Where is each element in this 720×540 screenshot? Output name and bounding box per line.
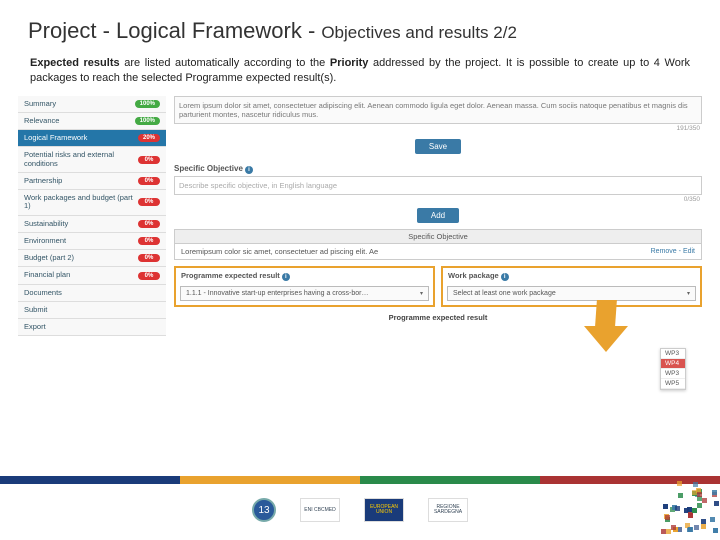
work-package-box: Work packagei Select at least one work p… <box>441 266 702 307</box>
specific-objective-panel: Specific Objective Loremipsum color sic … <box>174 229 702 260</box>
footer-color-bar <box>0 476 720 484</box>
footer-logos: 13 ENI CBCMED EUROPEAN UNION REGIONE SAR… <box>0 488 720 532</box>
sidebar-item[interactable]: Documents <box>18 285 166 302</box>
wp-option[interactable]: WP3 <box>661 349 685 359</box>
sidebar-item[interactable]: Sustainability0% <box>18 216 166 233</box>
eni-logo: ENI CBCMED <box>300 498 340 522</box>
page-number-badge: 13 <box>252 498 276 522</box>
sidebar-item[interactable]: Submit <box>18 302 166 319</box>
sidebar-item[interactable]: Financial plan0% <box>18 267 166 284</box>
info-icon[interactable]: i <box>245 166 253 174</box>
specific-objective-input[interactable]: Describe specific objective, in English … <box>174 176 702 195</box>
callout-arrow-icon <box>578 300 622 356</box>
sidebar-item[interactable]: Budget (part 2)0% <box>18 250 166 267</box>
char-counter: 191/350 <box>174 124 702 133</box>
sidebar-item[interactable]: Summary100% <box>18 96 166 113</box>
sidebar-item[interactable]: Partnership0% <box>18 173 166 190</box>
sidebar-item[interactable]: Relevance100% <box>18 113 166 130</box>
programme-result-dropdown[interactable]: 1.1.1 - Innovative start-up enterprises … <box>180 286 429 301</box>
remove-link[interactable]: Remove <box>651 248 677 255</box>
intro-text: Expected results are listed automaticall… <box>0 52 720 94</box>
wp-option[interactable]: WP5 <box>661 379 685 389</box>
chevron-down-icon: ▾ <box>687 290 690 297</box>
sidebar: Summary100%Relevance100%Logical Framewor… <box>18 96 166 337</box>
save-button[interactable]: Save <box>415 139 461 154</box>
sardegna-logo: REGIONE SARDEGNA <box>428 498 468 522</box>
panel-text: Loremipsum color sic amet, consectetuer … <box>181 247 378 256</box>
specific-objective-heading: Specific Objectivei <box>174 160 702 176</box>
add-button[interactable]: Add <box>417 208 459 223</box>
highlighted-selection-row: Programme expected resulti 1.1.1 - Innov… <box>174 266 702 307</box>
sidebar-item[interactable]: Environment0% <box>18 233 166 250</box>
page-title: Project - Logical Framework - Objectives… <box>28 18 692 44</box>
sidebar-item[interactable]: Logical Framework20% <box>18 130 166 147</box>
sidebar-item[interactable]: Export <box>18 319 166 336</box>
panel-header: Specific Objective <box>175 230 701 244</box>
sidebar-item[interactable]: Potential risks and external conditions0… <box>18 147 166 173</box>
wp-option[interactable]: WP4 <box>661 359 685 369</box>
work-package-options-popup: WP3WP4WP3WP5 <box>660 348 686 390</box>
edit-link[interactable]: Edit <box>683 248 695 255</box>
main-content: Lorem ipsum dolor sit amet, consectetuer… <box>174 96 702 337</box>
slide-header: Project - Logical Framework - Objectives… <box>0 0 720 52</box>
programme-result-footer-title: Programme expected result <box>174 307 702 324</box>
description-textarea[interactable]: Lorem ipsum dolor sit amet, consectetuer… <box>174 96 702 124</box>
chevron-down-icon: ▾ <box>420 290 423 297</box>
info-icon[interactable]: i <box>501 273 509 281</box>
programme-result-box: Programme expected resulti 1.1.1 - Innov… <box>174 266 435 307</box>
char-counter-2: 0/350 <box>174 195 702 204</box>
corner-decoration <box>660 480 720 540</box>
sidebar-item[interactable]: Work packages and budget (part 1)0% <box>18 190 166 216</box>
wp-option[interactable]: WP3 <box>661 369 685 379</box>
work-package-dropdown[interactable]: Select at least one work package▾ <box>447 286 696 301</box>
info-icon[interactable]: i <box>282 273 290 281</box>
eu-logo: EUROPEAN UNION <box>364 498 404 522</box>
